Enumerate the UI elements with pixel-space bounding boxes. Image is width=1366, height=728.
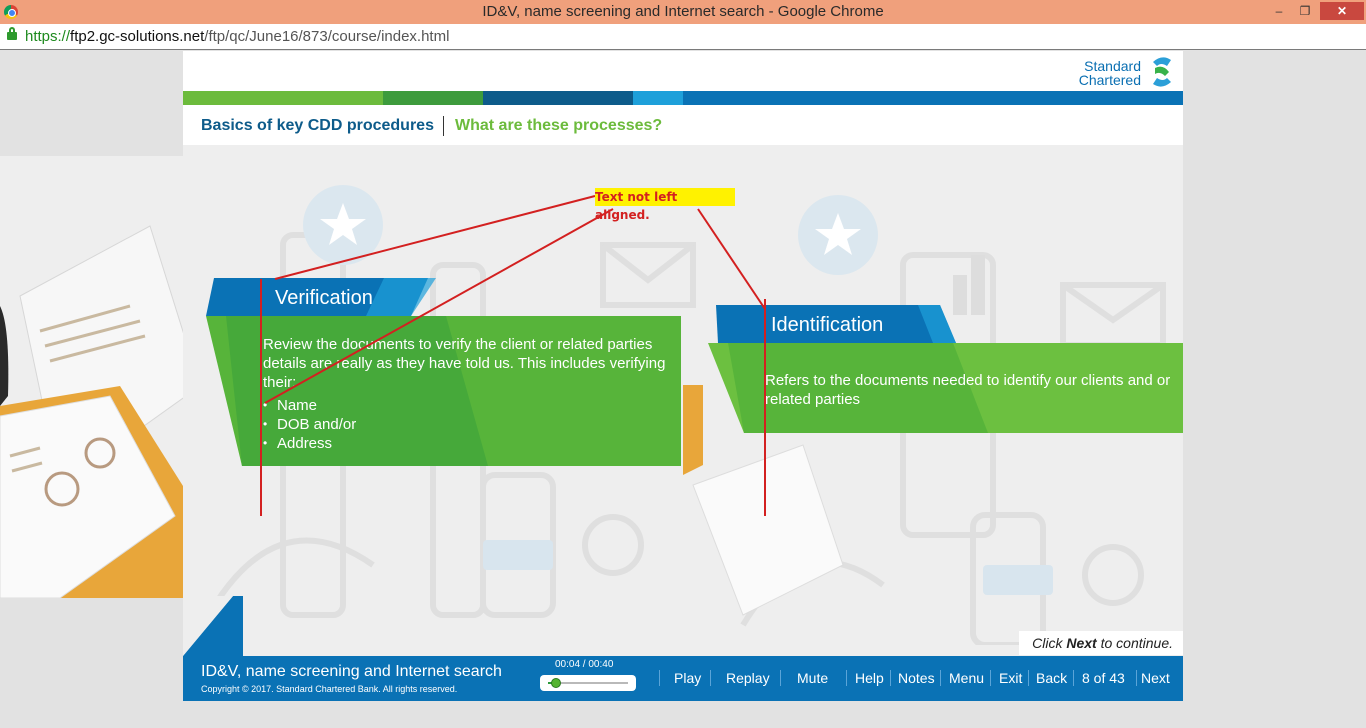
help-button[interactable]: Help: [855, 670, 884, 686]
window-titlebar: ID&V, name screening and Internet search…: [0, 0, 1366, 24]
continue-next-word: Next: [1066, 635, 1097, 651]
copyright-text: Copyright © 2017. Standard Chartered Ban…: [201, 684, 458, 694]
page-counter: 8 of 43: [1082, 670, 1125, 686]
annotation-arrows: [260, 195, 766, 516]
address-bar[interactable]: https://ftp2.gc-solutions.net/ftp/qc/Jun…: [0, 24, 1366, 50]
nav-divider: [890, 670, 891, 686]
nav-divider: [1136, 670, 1137, 686]
back-button[interactable]: Back: [1036, 670, 1067, 686]
notes-button[interactable]: Notes: [898, 670, 935, 686]
player-footer: ID&V, name screening and Internet search…: [183, 656, 1183, 701]
lock-icon: [7, 27, 17, 40]
time-readout: 00:04 / 00:40: [555, 659, 614, 670]
mute-button[interactable]: Mute: [797, 670, 828, 686]
nav-divider: [940, 670, 941, 686]
replay-button[interactable]: Replay: [726, 670, 770, 686]
nav-divider: [846, 670, 847, 686]
corner-accent: [183, 596, 243, 656]
course-title: ID&V, name screening and Internet search: [201, 663, 502, 680]
exit-button[interactable]: Exit: [999, 670, 1022, 686]
url-scheme: https://: [25, 28, 71, 45]
nav-divider: [659, 670, 660, 686]
seek-handle[interactable]: [551, 678, 561, 688]
seek-slider[interactable]: [540, 675, 636, 691]
minimize-button[interactable]: ‒: [1268, 2, 1290, 20]
window-title: ID&V, name screening and Internet search…: [482, 3, 884, 20]
url-host: ftp2.gc-solutions.net: [70, 28, 205, 45]
continue-text-start: Click: [1032, 635, 1067, 651]
url-text[interactable]: https://ftp2.gc-solutions.net/ftp/qc/Jun…: [25, 28, 449, 45]
desk-illustration: [0, 156, 183, 598]
course-stage: Standard Chartered Basics of key CDD pro…: [183, 51, 1183, 701]
continue-prompt: Click Next to continue.: [1019, 631, 1183, 655]
nav-divider: [1028, 670, 1029, 686]
next-button[interactable]: Next: [1141, 670, 1170, 686]
annotation-callout: Text not left aligned.: [595, 188, 735, 222]
nav-divider: [990, 670, 991, 686]
continue-text-end: to continue.: [1096, 635, 1173, 651]
url-path: /ftp/qc/June16/873/course/index.html: [204, 28, 450, 45]
nav-divider: [1073, 670, 1074, 686]
menu-button[interactable]: Menu: [949, 670, 984, 686]
close-button[interactable]: ✕: [1320, 2, 1364, 20]
play-button[interactable]: Play: [674, 670, 701, 686]
maximize-button[interactable]: ❐: [1294, 2, 1316, 20]
nav-divider: [780, 670, 781, 686]
nav-divider: [710, 670, 711, 686]
